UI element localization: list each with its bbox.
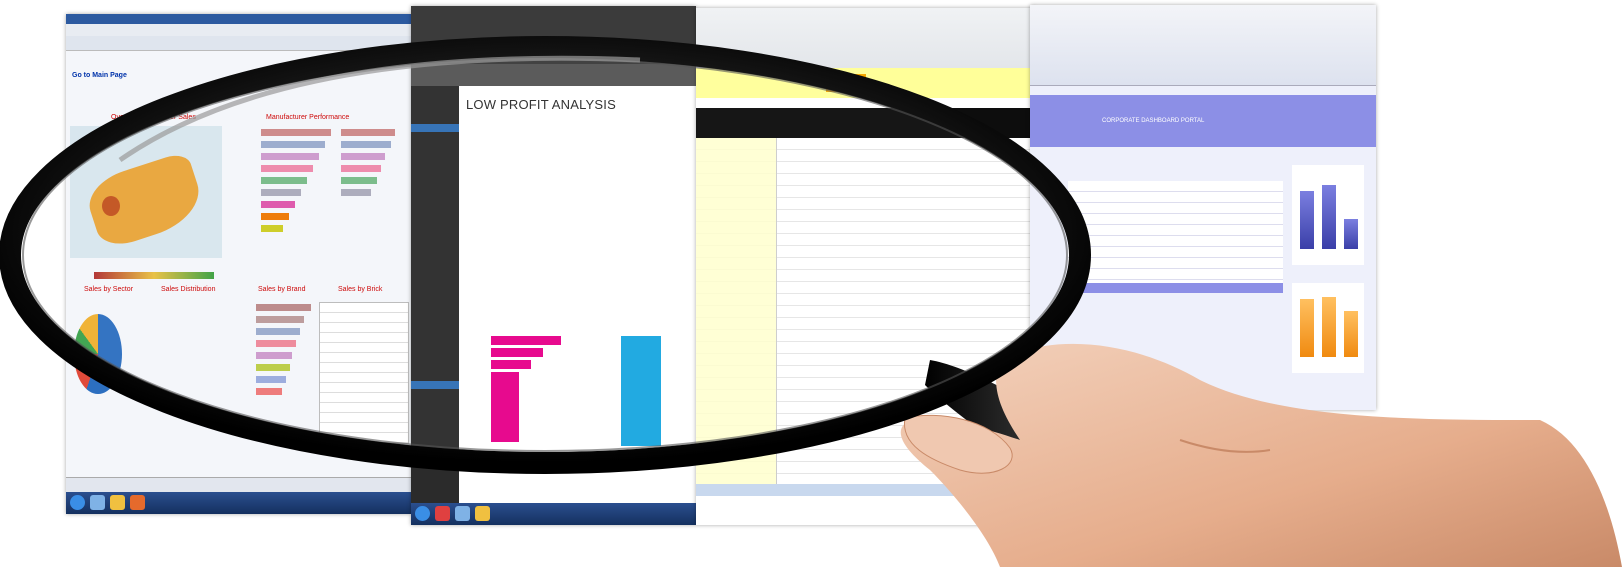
bar (491, 372, 519, 442)
bar (491, 348, 543, 357)
bar-current (1300, 191, 1314, 249)
nav-item-active[interactable] (411, 381, 459, 389)
bar (256, 388, 282, 395)
nav-sidebar (411, 86, 459, 506)
bar (256, 304, 311, 311)
sheet-toolbar (696, 8, 1036, 69)
screenshot-dashboard: CORPORATE DASHBOARD PORTAL (1030, 5, 1376, 410)
bar-prior (1322, 185, 1336, 249)
app-toolbar (1030, 5, 1376, 86)
bar (341, 129, 395, 136)
bar (341, 153, 385, 160)
bar (256, 316, 304, 323)
sheet-total-row (696, 484, 1036, 496)
bar (261, 189, 301, 196)
bar (341, 189, 371, 196)
bar (256, 328, 300, 335)
orange-bar-chart (1292, 283, 1364, 373)
taskbar-app-icon[interactable] (455, 506, 470, 521)
bar (256, 364, 290, 371)
bar-prior (1322, 297, 1336, 357)
sales-by-brand-title: Sales by Brand (258, 286, 306, 293)
bar-ly (1344, 219, 1358, 249)
bar (261, 141, 325, 148)
filter-bar (411, 64, 696, 86)
bar (261, 213, 289, 220)
screenshot-left: Go to Main Page Overall Manufacturer Sal… (66, 14, 411, 514)
sheet-first-column (696, 138, 777, 488)
taskbar (411, 503, 696, 525)
taskbar-app-icon[interactable] (475, 506, 490, 521)
toolbar (66, 36, 411, 51)
taskbar (66, 492, 411, 514)
bar (256, 376, 286, 383)
sheet-orange-cell (826, 74, 866, 92)
sales-map (70, 126, 222, 258)
portal-banner-title: CORPORATE DASHBOARD PORTAL (1102, 118, 1205, 124)
map-region (81, 150, 209, 252)
taskbar-app-icon[interactable] (110, 495, 125, 510)
brand-bars (256, 304, 316, 414)
bar (261, 165, 313, 172)
bar-ly (1344, 311, 1358, 357)
main-page-link[interactable]: Go to Main Page (72, 72, 127, 80)
manufacturer-performance-title: Manufacturer Performance (266, 114, 350, 121)
sales-by-brick-title: Sales by Brick (338, 286, 383, 293)
dark-header (411, 6, 696, 64)
bar (341, 177, 377, 184)
knuckle-line (1179, 439, 1271, 453)
title-bar (66, 14, 411, 24)
taskbar-app-icon[interactable] (90, 495, 105, 510)
low-profit-analysis-heading: LOW PROFIT ANALYSIS (466, 97, 616, 112)
pink-bar-chart (491, 336, 561, 456)
taskbar-app-icon[interactable] (415, 506, 430, 521)
bar (261, 201, 295, 208)
bar (491, 360, 531, 369)
kpi-highlight-row (1068, 283, 1283, 293)
screenshot-spreadsheet (696, 8, 1036, 525)
bar (261, 129, 331, 136)
start-icon[interactable] (70, 495, 85, 510)
kpi-table (1068, 181, 1283, 293)
pie-chart (74, 314, 122, 394)
bar (621, 336, 661, 446)
map-region-dark (102, 196, 120, 216)
sales-distribution-title: Sales Distribution (161, 286, 216, 293)
bar (256, 340, 296, 347)
bar (261, 177, 307, 184)
tab-strip (66, 477, 411, 492)
taskbar-app-icon[interactable] (130, 495, 145, 510)
taskbar-app-icon[interactable] (435, 506, 450, 521)
sheet-black-header (696, 108, 1036, 138)
sales-by-sector-title: Sales by Sector (84, 286, 134, 293)
overall-sales-title: Overall Manufacturer Sales (111, 114, 196, 121)
bar (261, 225, 283, 232)
manufacturer-bars (261, 129, 401, 239)
cyan-bar-chart (621, 336, 691, 456)
bar (261, 153, 319, 160)
bar (341, 165, 381, 172)
blue-bar-chart (1292, 165, 1364, 265)
nav-item-active[interactable] (411, 124, 459, 132)
sheet-yellow-band (696, 68, 1036, 98)
color-scale (94, 272, 214, 279)
bar (256, 352, 292, 359)
bar (491, 336, 561, 345)
bar-current (1300, 299, 1314, 357)
data-table (319, 302, 409, 444)
screenshot-center (411, 6, 696, 525)
bar (341, 141, 391, 148)
